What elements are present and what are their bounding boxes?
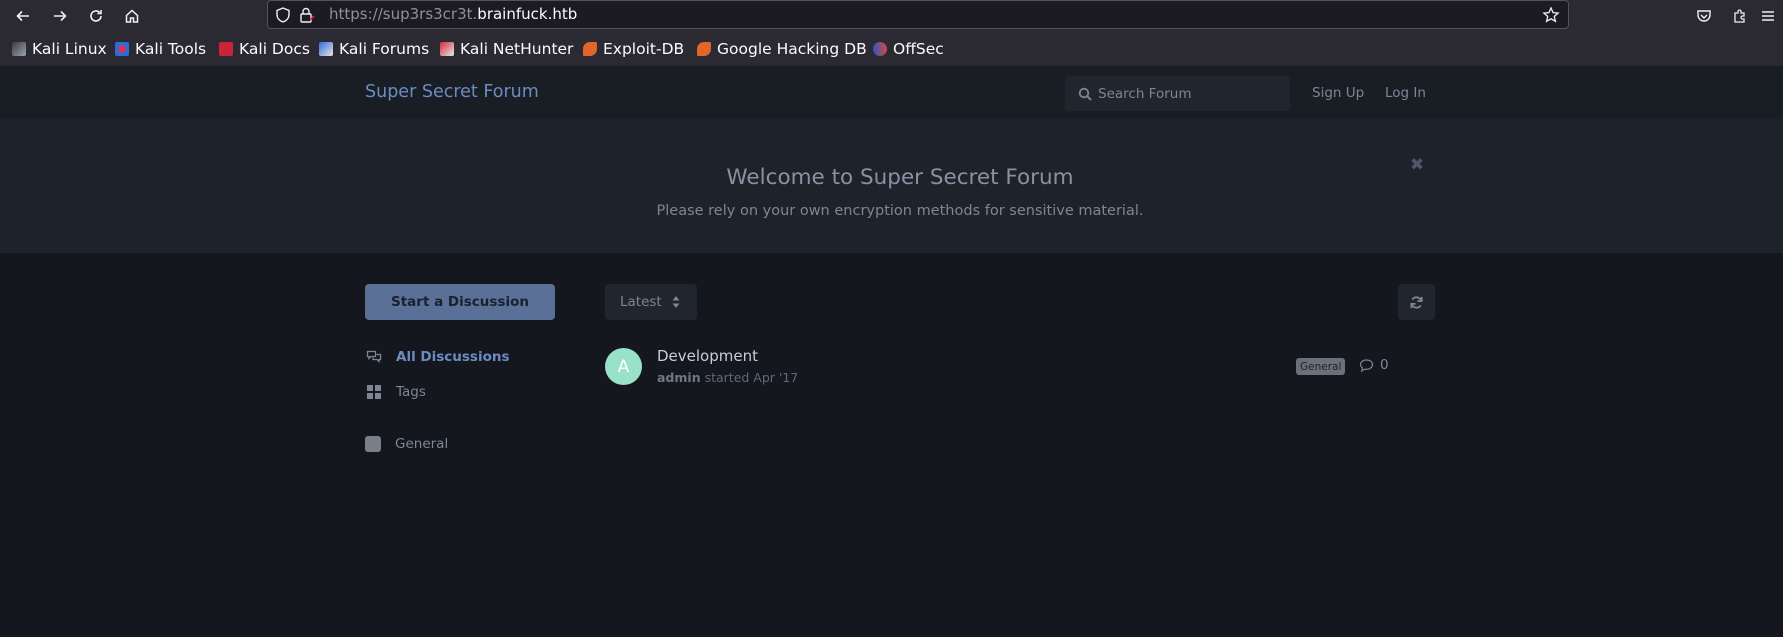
- back-arrow-icon: [16, 10, 29, 22]
- bookmark-google-hacking-db[interactable]: Google Hacking DB: [697, 40, 867, 58]
- bookmark-label: Exploit-DB: [603, 40, 685, 58]
- hero-subtitle: Please rely on your own encryption metho…: [656, 203, 1144, 219]
- sidebar-item-tags[interactable]: Tags: [366, 381, 426, 403]
- browser-toolbar: https://sup3rs3cr3t.brainfuck.htb: [0, 0, 1783, 31]
- sort-caret-icon: [672, 296, 680, 308]
- url-prefix: https://sup3rs3cr3t.: [329, 5, 478, 23]
- lock-warning-icon[interactable]: [298, 6, 316, 24]
- close-icon[interactable]: ✖: [1409, 157, 1425, 174]
- avatar[interactable]: A: [605, 348, 642, 385]
- kali-dragon-icon: [12, 42, 26, 56]
- bookmark-exploit-db[interactable]: Exploit-DB: [583, 40, 684, 58]
- bookmark-kali-tools[interactable]: Kali Tools: [115, 40, 206, 58]
- search-box[interactable]: [1065, 76, 1290, 111]
- refresh-icon: [1410, 295, 1423, 309]
- kali-docs-icon: [219, 42, 233, 56]
- url-domain: brainfuck.htb: [477, 5, 578, 23]
- extensions-button[interactable]: [1727, 3, 1753, 29]
- url-bar[interactable]: https://sup3rs3cr3t.brainfuck.htb: [267, 0, 1569, 29]
- offsec-icon: [873, 42, 887, 56]
- pocket-button[interactable]: [1691, 3, 1717, 29]
- hamburger-icon: [1762, 11, 1774, 21]
- sidebar-item-label: General: [395, 436, 449, 452]
- back-button[interactable]: [10, 3, 36, 29]
- forum-brand[interactable]: Super Secret Forum: [365, 82, 539, 102]
- forward-arrow-icon: [54, 10, 67, 22]
- url-text: https://sup3rs3cr3t.brainfuck.htb: [329, 5, 577, 23]
- star-icon[interactable]: [1542, 6, 1560, 24]
- sidebar-item-label: Tags: [396, 384, 426, 400]
- search-icon: [1078, 87, 1092, 101]
- bookmarks-bar: Kali Linux Kali Tools Kali Docs Kali For…: [0, 31, 1783, 67]
- sort-label: Latest: [620, 294, 662, 310]
- bookmark-kali-docs[interactable]: Kali Docs: [219, 40, 310, 58]
- sidebar-tag-general[interactable]: General: [365, 433, 448, 455]
- pocket-icon: [1697, 10, 1711, 22]
- shield-icon[interactable]: [274, 6, 292, 24]
- bookmark-kali-nethunter[interactable]: Kali NetHunter: [440, 40, 573, 58]
- bookmark-label: Kali Linux: [32, 40, 107, 58]
- sidebar-item-label: All Discussions: [396, 349, 510, 365]
- bookmark-label: Kali NetHunter: [460, 40, 574, 58]
- start-discussion-button[interactable]: Start a Discussion: [365, 284, 555, 320]
- discussion-meta: admin started Apr '17: [657, 370, 798, 385]
- bookmark-kali-forums[interactable]: Kali Forums: [319, 40, 429, 58]
- kali-forums-icon: [319, 42, 333, 56]
- ghdb-icon: [697, 42, 711, 56]
- refresh-button[interactable]: [1398, 284, 1435, 320]
- bookmark-label: Google Hacking DB: [717, 40, 867, 58]
- kali-tools-icon: [115, 42, 129, 56]
- tag-badge[interactable]: General: [1296, 358, 1346, 375]
- bookmark-offsec[interactable]: OffSec: [873, 40, 944, 58]
- grid-icon: [367, 385, 381, 399]
- reload-icon: [90, 10, 102, 22]
- reload-button[interactable]: [83, 3, 109, 29]
- exploit-db-icon: [583, 42, 597, 56]
- puzzle-icon: [1734, 9, 1745, 23]
- hero-title: Welcome to Super Secret Forum: [726, 165, 1074, 190]
- sidebar-item-all-discussions[interactable]: All Discussions: [366, 346, 510, 368]
- sign-up-link[interactable]: Sign Up: [1312, 85, 1364, 101]
- home-button[interactable]: [119, 3, 145, 29]
- bookmark-label: Kali Docs: [239, 40, 310, 58]
- tag-color-swatch: [365, 436, 381, 452]
- search-input[interactable]: [1098, 84, 1278, 104]
- bookmark-label: Kali Forums: [339, 40, 430, 58]
- discussion-author[interactable]: admin: [657, 370, 701, 385]
- home-icon: [125, 9, 139, 23]
- reply-count-value: 0: [1380, 357, 1389, 373]
- discussion-title[interactable]: Development: [657, 347, 758, 365]
- forward-button[interactable]: [47, 3, 73, 29]
- log-in-link[interactable]: Log In: [1385, 85, 1426, 101]
- discussion-started: started Apr '17: [704, 370, 799, 385]
- comments-icon: [366, 350, 382, 364]
- reply-count: 0: [1359, 357, 1389, 373]
- kali-nethunter-icon: [440, 42, 454, 56]
- bookmark-label: OffSec: [893, 40, 944, 58]
- sort-dropdown[interactable]: Latest: [605, 284, 697, 320]
- bookmark-kali-linux[interactable]: Kali Linux: [12, 40, 107, 58]
- welcome-hero: Welcome to Super Secret Forum Please rel…: [0, 119, 1783, 253]
- comment-icon: [1359, 358, 1374, 372]
- menu-button[interactable]: [1755, 3, 1781, 29]
- forum-header: Super Secret Forum Sign Up Log In: [0, 67, 1783, 119]
- bookmark-label: Kali Tools: [135, 40, 207, 58]
